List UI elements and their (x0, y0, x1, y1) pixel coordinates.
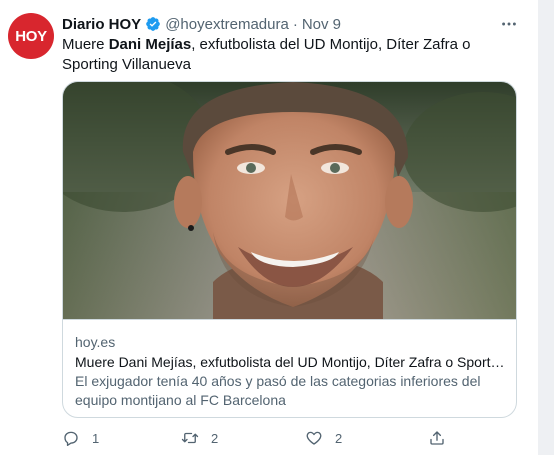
share-icon (430, 431, 444, 445)
more-options-button[interactable] (499, 14, 519, 34)
tweet-text-start: Muere (62, 36, 109, 53)
card-title[interactable]: Muere Dani Mejías, exfutbolista del UD M… (75, 353, 507, 371)
reply-count: 1 (92, 430, 100, 446)
tweet[interactable]: HOY Diario HOY @hoyextremadura · Nov 9 M… (0, 0, 538, 455)
card-description: El exjugador tenía 40 años y pasó de las… (75, 373, 481, 408)
avatar[interactable]: HOY (8, 13, 54, 59)
reply-icon (64, 431, 78, 447)
retweet-count: 2 (211, 430, 219, 446)
card-photo-portrait (63, 82, 516, 319)
card-domain: hoy.es (75, 334, 116, 350)
account-handle[interactable]: @hoyextremadura (165, 16, 289, 33)
reply-button[interactable]: 1 (62, 428, 99, 448)
share-button[interactable] (428, 428, 446, 448)
account-name[interactable]: Diario HOY (62, 16, 141, 33)
retweet-icon (181, 432, 199, 444)
like-count: 2 (335, 430, 343, 446)
page-background-strip (538, 0, 554, 455)
like-button[interactable]: 2 (305, 428, 342, 448)
retweet-button[interactable]: 2 (181, 428, 218, 448)
card-image[interactable] (63, 82, 516, 320)
more-dots-icon (502, 22, 516, 26)
tweet-text-bold-name: Dani Mejías (108, 36, 192, 53)
separator-dot: · (292, 15, 298, 33)
tweet-date[interactable]: Nov 9 (302, 16, 341, 33)
heart-icon (306, 431, 322, 445)
avatar-logo-text: HOY (15, 27, 47, 45)
verified-badge-icon (145, 16, 161, 32)
tweet-text: Muere Dani Mejías, exfutbolista del UD M… (62, 35, 502, 75)
link-preview-card[interactable]: hoy.es Muere Dani Mejías, exfutbolista d… (62, 81, 517, 418)
tweet-header: Diario HOY @hoyextremadura · Nov 9 (62, 14, 341, 34)
tweet-actions: 1 2 2 (62, 428, 462, 448)
